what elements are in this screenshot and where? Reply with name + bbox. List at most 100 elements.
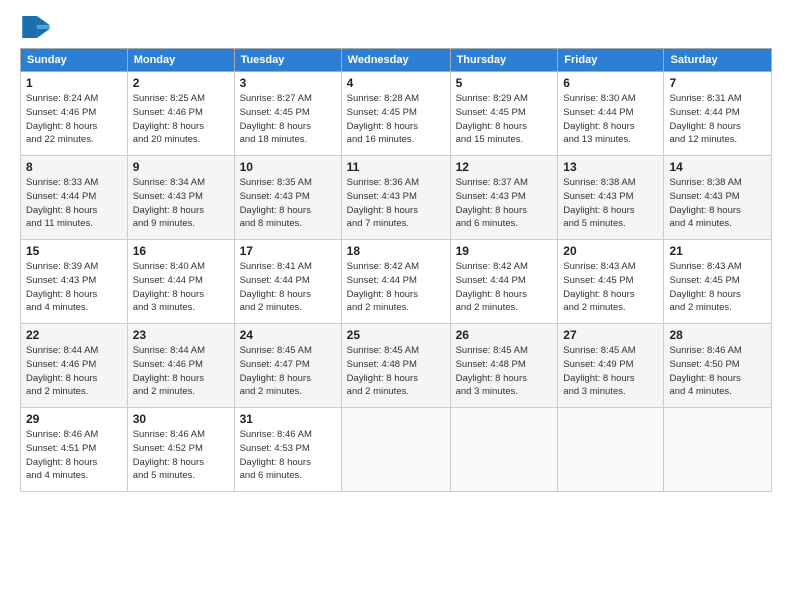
calendar-cell: 10 Sunrise: 8:35 AMSunset: 4:43 PMDayligh… [234, 156, 341, 240]
calendar-cell: 16 Sunrise: 8:40 AMSunset: 4:44 PMDayligh… [127, 240, 234, 324]
day-number: 19 [456, 244, 553, 258]
day-number: 10 [240, 160, 336, 174]
day-info: Sunrise: 8:45 AMSunset: 4:47 PMDaylight:… [240, 344, 336, 399]
day-info: Sunrise: 8:33 AMSunset: 4:44 PMDaylight:… [26, 176, 122, 231]
day-info: Sunrise: 8:30 AMSunset: 4:44 PMDaylight:… [563, 92, 658, 147]
calendar-cell [664, 408, 772, 492]
day-info: Sunrise: 8:27 AMSunset: 4:45 PMDaylight:… [240, 92, 336, 147]
calendar-cell: 19 Sunrise: 8:42 AMSunset: 4:44 PMDayligh… [450, 240, 558, 324]
day-info: Sunrise: 8:25 AMSunset: 4:46 PMDaylight:… [133, 92, 229, 147]
day-info: Sunrise: 8:45 AMSunset: 4:49 PMDaylight:… [563, 344, 658, 399]
calendar-header-row: SundayMondayTuesdayWednesdayThursdayFrid… [21, 49, 772, 72]
day-info: Sunrise: 8:35 AMSunset: 4:43 PMDaylight:… [240, 176, 336, 231]
calendar-cell: 28Sunrise: 8:46 AMSunset: 4:50 PMDayligh… [664, 324, 772, 408]
day-info: Sunrise: 8:46 AMSunset: 4:51 PMDaylight:… [26, 428, 122, 483]
day-number: 6 [563, 76, 658, 90]
day-info: Sunrise: 8:42 AMSunset: 4:44 PMDaylight:… [347, 260, 445, 315]
day-number: 22 [26, 328, 122, 342]
day-info: Sunrise: 8:41 AMSunset: 4:44 PMDaylight:… [240, 260, 336, 315]
calendar-header-saturday: Saturday [664, 49, 772, 72]
day-info: Sunrise: 8:43 AMSunset: 4:45 PMDaylight:… [563, 260, 658, 315]
calendar-cell: 9Sunrise: 8:34 AMSunset: 4:43 PMDaylight… [127, 156, 234, 240]
day-info: Sunrise: 8:36 AMSunset: 4:43 PMDaylight:… [347, 176, 445, 231]
day-number: 5 [456, 76, 553, 90]
calendar-cell: 13 Sunrise: 8:38 AMSunset: 4:43 PMDayligh… [558, 156, 664, 240]
day-number: 13 [563, 160, 658, 174]
calendar-cell [558, 408, 664, 492]
day-info: Sunrise: 8:37 AMSunset: 4:43 PMDaylight:… [456, 176, 553, 231]
day-info: Sunrise: 8:44 AMSunset: 4:46 PMDaylight:… [133, 344, 229, 399]
day-number: 21 [669, 244, 766, 258]
day-number: 14 [669, 160, 766, 174]
calendar-cell: 8 Sunrise: 8:33 AMSunset: 4:44 PMDaylight… [21, 156, 128, 240]
calendar-week-2: 8 Sunrise: 8:33 AMSunset: 4:44 PMDaylight… [21, 156, 772, 240]
day-number: 26 [456, 328, 553, 342]
day-number: 20 [563, 244, 658, 258]
day-number: 8 [26, 160, 122, 174]
day-number: 3 [240, 76, 336, 90]
day-number: 12 [456, 160, 553, 174]
logo-icon [22, 16, 50, 38]
calendar-header-friday: Friday [558, 49, 664, 72]
day-number: 29 [26, 412, 122, 426]
day-info: Sunrise: 8:46 AMSunset: 4:53 PMDaylight:… [240, 428, 336, 483]
day-number: 2 [133, 76, 229, 90]
calendar-cell: 26 Sunrise: 8:45 AMSunset: 4:48 PMDayligh… [450, 324, 558, 408]
day-info: Sunrise: 8:44 AMSunset: 4:46 PMDaylight:… [26, 344, 122, 399]
calendar-header-sunday: Sunday [21, 49, 128, 72]
day-number: 18 [347, 244, 445, 258]
day-number: 31 [240, 412, 336, 426]
calendar-cell [450, 408, 558, 492]
day-number: 17 [240, 244, 336, 258]
day-info: Sunrise: 8:42 AMSunset: 4:44 PMDaylight:… [456, 260, 553, 315]
calendar-cell: 31 Sunrise: 8:46 AMSunset: 4:53 PMDayligh… [234, 408, 341, 492]
day-info: Sunrise: 8:38 AMSunset: 4:43 PMDaylight:… [563, 176, 658, 231]
calendar-cell: 2 Sunrise: 8:25 AMSunset: 4:46 PMDaylight… [127, 72, 234, 156]
day-info: Sunrise: 8:43 AMSunset: 4:45 PMDaylight:… [669, 260, 766, 315]
day-number: 24 [240, 328, 336, 342]
calendar-cell: 20 Sunrise: 8:43 AMSunset: 4:45 PMDayligh… [558, 240, 664, 324]
calendar-cell: 23 Sunrise: 8:44 AMSunset: 4:46 PMDayligh… [127, 324, 234, 408]
day-number: 11 [347, 160, 445, 174]
day-number: 25 [347, 328, 445, 342]
calendar-header-tuesday: Tuesday [234, 49, 341, 72]
calendar-cell: 12 Sunrise: 8:37 AMSunset: 4:43 PMDayligh… [450, 156, 558, 240]
calendar-table: SundayMondayTuesdayWednesdayThursdayFrid… [20, 48, 772, 492]
calendar-cell [341, 408, 450, 492]
calendar-cell: 21 Sunrise: 8:43 AMSunset: 4:45 PMDayligh… [664, 240, 772, 324]
day-info: Sunrise: 8:34 AMSunset: 4:43 PMDaylight:… [133, 176, 229, 231]
day-info: Sunrise: 8:45 AMSunset: 4:48 PMDaylight:… [347, 344, 445, 399]
day-info: Sunrise: 8:38 AMSunset: 4:43 PMDaylight:… [669, 176, 766, 231]
calendar-cell: 18 Sunrise: 8:42 AMSunset: 4:44 PMDayligh… [341, 240, 450, 324]
day-number: 15 [26, 244, 122, 258]
day-number: 7 [669, 76, 766, 90]
logo [20, 16, 54, 38]
calendar-cell: 30Sunrise: 8:46 AMSunset: 4:52 PMDayligh… [127, 408, 234, 492]
day-number: 1 [26, 76, 122, 90]
calendar-cell: 15Sunrise: 8:39 AMSunset: 4:43 PMDayligh… [21, 240, 128, 324]
day-info: Sunrise: 8:45 AMSunset: 4:48 PMDaylight:… [456, 344, 553, 399]
day-info: Sunrise: 8:29 AMSunset: 4:45 PMDaylight:… [456, 92, 553, 147]
calendar-cell: 27 Sunrise: 8:45 AMSunset: 4:49 PMDayligh… [558, 324, 664, 408]
header [20, 16, 772, 38]
day-info: Sunrise: 8:40 AMSunset: 4:44 PMDaylight:… [133, 260, 229, 315]
calendar-week-3: 15Sunrise: 8:39 AMSunset: 4:43 PMDayligh… [21, 240, 772, 324]
day-info: Sunrise: 8:46 AMSunset: 4:52 PMDaylight:… [133, 428, 229, 483]
day-number: 4 [347, 76, 445, 90]
day-number: 28 [669, 328, 766, 342]
day-number: 23 [133, 328, 229, 342]
calendar-header-monday: Monday [127, 49, 234, 72]
calendar-cell: 24 Sunrise: 8:45 AMSunset: 4:47 PMDayligh… [234, 324, 341, 408]
calendar-cell: 6 Sunrise: 8:30 AMSunset: 4:44 PMDaylight… [558, 72, 664, 156]
day-info: Sunrise: 8:31 AMSunset: 4:44 PMDaylight:… [669, 92, 766, 147]
calendar-cell: 3 Sunrise: 8:27 AMSunset: 4:45 PMDaylight… [234, 72, 341, 156]
calendar-header-thursday: Thursday [450, 49, 558, 72]
day-number: 16 [133, 244, 229, 258]
calendar-cell: 4Sunrise: 8:28 AMSunset: 4:45 PMDaylight… [341, 72, 450, 156]
calendar-week-5: 29 Sunrise: 8:46 AMSunset: 4:51 PMDayligh… [21, 408, 772, 492]
calendar-body: 1Sunrise: 8:24 AMSunset: 4:46 PMDaylight… [21, 72, 772, 492]
day-number: 27 [563, 328, 658, 342]
calendar-cell: 22 Sunrise: 8:44 AMSunset: 4:46 PMDayligh… [21, 324, 128, 408]
calendar-week-4: 22 Sunrise: 8:44 AMSunset: 4:46 PMDayligh… [21, 324, 772, 408]
calendar-cell: 14 Sunrise: 8:38 AMSunset: 4:43 PMDayligh… [664, 156, 772, 240]
